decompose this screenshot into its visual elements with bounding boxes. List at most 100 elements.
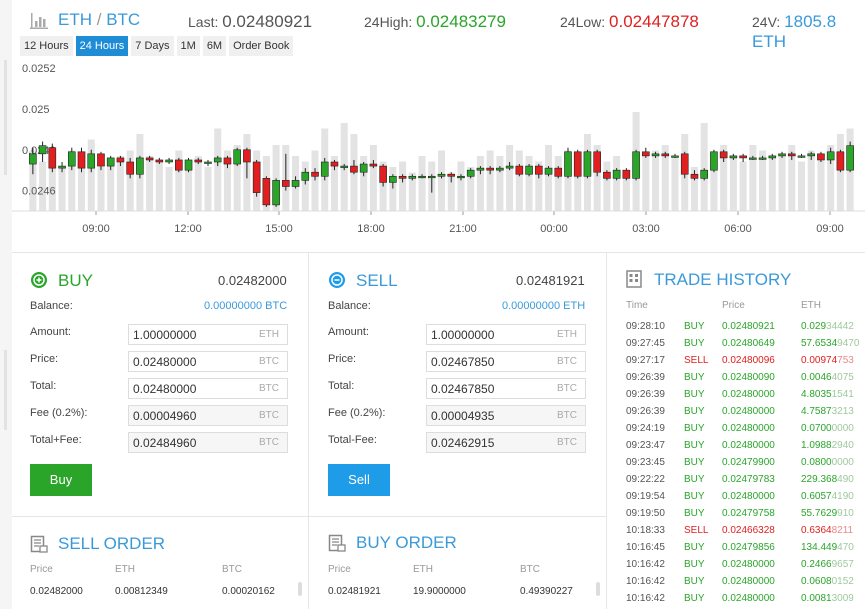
candle-body[interactable] (807, 153, 816, 157)
candle-body[interactable] (768, 155, 777, 159)
buy-order-price[interactable]: 0.02481921 (328, 586, 381, 597)
sell-balance-value[interactable]: 0.00000000 ETH (502, 300, 585, 312)
candle-body[interactable] (67, 151, 76, 167)
sell-order-eth[interactable]: 0.00812349 (115, 586, 168, 597)
candle-body[interactable] (106, 157, 115, 167)
buy-button[interactable]: Buy (30, 464, 92, 496)
candle-body[interactable] (262, 178, 271, 206)
candle-body[interactable] (272, 180, 280, 206)
sell-price-input[interactable]: 0.02467850 BTC (426, 351, 586, 372)
candle-body[interactable] (486, 167, 494, 171)
candle-body[interactable] (651, 153, 660, 157)
candle-body[interactable] (457, 175, 465, 179)
candle-body[interactable] (612, 169, 621, 179)
candle-body[interactable] (564, 151, 572, 177)
candle-body[interactable] (690, 173, 699, 179)
candle-body[interactable] (175, 159, 183, 171)
candle-body[interactable] (447, 173, 456, 177)
candle-body[interactable] (787, 153, 796, 157)
candle-body[interactable] (622, 169, 631, 179)
candle-body[interactable] (126, 161, 134, 175)
sell-total-input[interactable]: 0.02467850 BTC (426, 378, 586, 399)
tab-order-book[interactable]: Order Book (229, 36, 294, 56)
sell-button[interactable]: Sell (328, 464, 390, 496)
sell-order-price[interactable]: 0.02482000 (30, 586, 83, 597)
candle-body[interactable] (710, 151, 718, 171)
candle-body[interactable] (369, 163, 378, 167)
buy-amount-input[interactable]: 1.00000000 ETH (128, 324, 288, 345)
candle-body[interactable] (223, 157, 232, 165)
candle-body[interactable] (29, 153, 37, 165)
candle-body[interactable] (359, 163, 368, 173)
candle-body[interactable] (145, 157, 154, 161)
candle-body[interactable] (476, 167, 485, 171)
candle-body[interactable] (603, 171, 611, 179)
candle-body[interactable] (38, 145, 47, 155)
tab-7-days[interactable]: 7 Days (131, 36, 174, 56)
candle-body[interactable] (496, 167, 504, 171)
candle-body[interactable] (320, 161, 329, 177)
candle-body[interactable] (466, 169, 475, 177)
buy-order-scrollbar[interactable] (596, 582, 600, 596)
tab-6m[interactable]: 6M (202, 36, 227, 56)
candle-body[interactable] (671, 155, 679, 158)
candle-body[interactable] (340, 165, 349, 168)
candle-body[interactable] (311, 171, 319, 177)
candle-body[interactable] (427, 175, 436, 179)
sell-amount-input[interactable]: 1.00000000 ETH (426, 324, 586, 345)
candle-body[interactable] (515, 165, 524, 175)
candle-body[interactable] (87, 153, 96, 169)
candle-body[interactable] (505, 165, 514, 169)
candle-body[interactable] (573, 151, 582, 177)
candle-body[interactable] (233, 149, 241, 165)
candle-body[interactable] (836, 151, 845, 171)
candle-body[interactable] (194, 159, 203, 163)
candle-body[interactable] (758, 157, 767, 160)
candle-body[interactable] (398, 175, 407, 179)
buy-order-btc[interactable]: 0.49390227 (520, 586, 573, 597)
tab-12-hours[interactable]: 12 Hours (20, 36, 73, 56)
candle-body[interactable] (797, 155, 806, 158)
candle-body[interactable] (534, 165, 543, 175)
candle-body[interactable] (97, 153, 105, 167)
candle-body[interactable] (350, 165, 358, 173)
sell-order-btc[interactable]: 0.00020162 (222, 586, 275, 597)
buy-price-input[interactable]: 0.02480000 BTC (128, 351, 288, 372)
candle-body[interactable] (408, 175, 417, 179)
candle-body[interactable] (846, 145, 854, 171)
candle-body[interactable] (544, 167, 553, 175)
candle-body[interactable] (593, 151, 601, 173)
candle-body[interactable] (184, 159, 193, 171)
candle-body[interactable] (525, 165, 533, 175)
candle-body[interactable] (116, 157, 125, 163)
tab-24-hours[interactable]: 24 Hours (75, 36, 129, 56)
candle-body[interactable] (243, 149, 251, 163)
candle-body[interactable] (826, 151, 835, 161)
candle-body[interactable] (554, 167, 563, 177)
candle-body[interactable] (58, 165, 66, 169)
buy-order-eth[interactable]: 19.9000000 (413, 586, 466, 597)
candle-body[interactable] (204, 161, 212, 164)
candle-body[interactable] (48, 147, 57, 169)
candle-body[interactable] (817, 153, 825, 161)
candle-body[interactable] (136, 157, 144, 175)
candle-body[interactable] (642, 151, 650, 157)
candle-body[interactable] (632, 151, 640, 179)
candle-body[interactable] (330, 161, 339, 167)
candle-body[interactable] (729, 155, 738, 159)
candle-body[interactable] (418, 175, 426, 179)
candle-body[interactable] (282, 180, 290, 187)
candle-body[interactable] (77, 151, 86, 169)
candle-body[interactable] (379, 165, 387, 183)
candle-body[interactable] (778, 153, 786, 157)
candle-body[interactable] (291, 180, 300, 187)
candle-body[interactable] (165, 159, 173, 163)
candle-body[interactable] (389, 175, 397, 183)
candle-body[interactable] (680, 153, 689, 175)
candle-body[interactable] (252, 161, 261, 193)
candle-body[interactable] (661, 153, 670, 157)
tab-1m[interactable]: 1M (176, 36, 200, 56)
sell-order-scrollbar[interactable] (298, 582, 302, 596)
candle-body[interactable] (155, 159, 164, 163)
candle-body[interactable] (437, 173, 446, 177)
